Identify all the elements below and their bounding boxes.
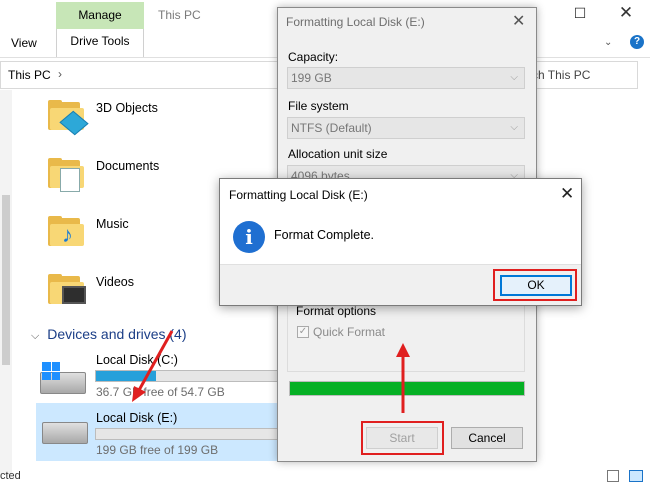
annotation-arrows xyxy=(132,330,410,413)
arrow-head-up xyxy=(396,343,410,357)
arrow-to-drive-e xyxy=(136,330,174,393)
